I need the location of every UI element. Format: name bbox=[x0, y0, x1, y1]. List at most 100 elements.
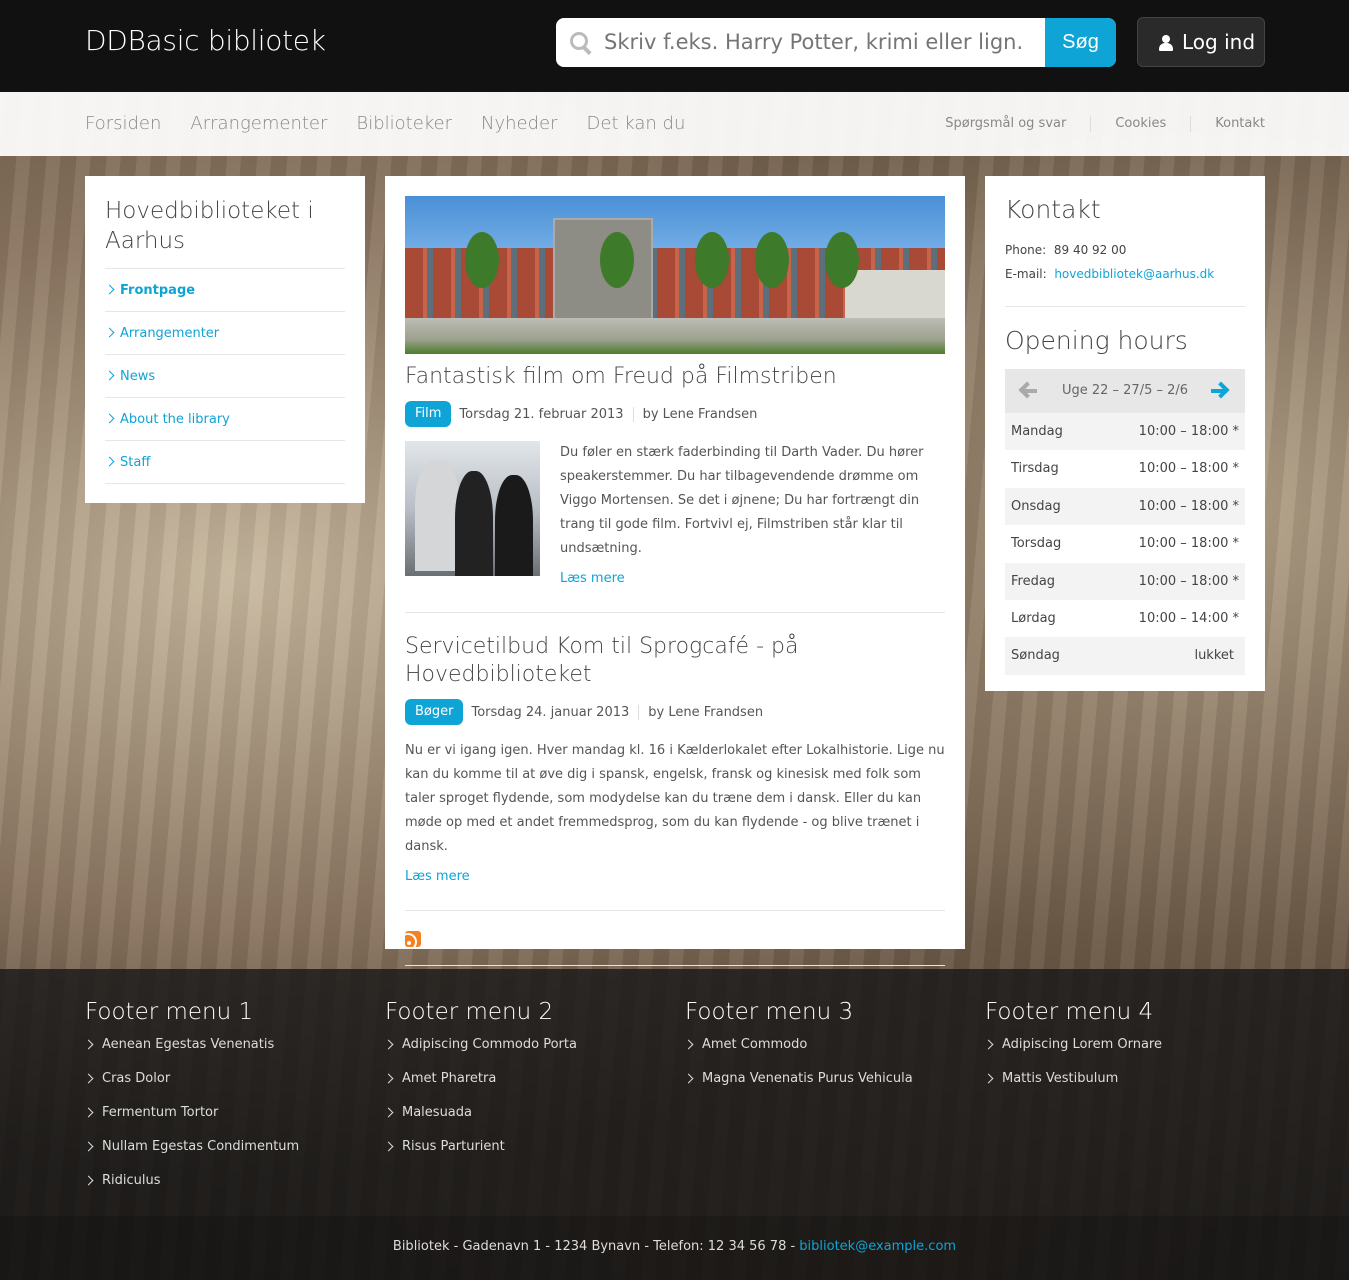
phone-label: Phone: bbox=[1005, 243, 1047, 257]
hours-row: Tirsdag 10:00 – 18:00 * bbox=[1005, 450, 1245, 487]
hours-row: Fredag 10:00 – 18:00 * bbox=[1005, 562, 1245, 600]
search-button[interactable]: Søg bbox=[1045, 18, 1116, 67]
footer-menu: Footer menu 1 Aenean Egestas Venenatis C… bbox=[85, 997, 365, 1198]
arrow-left-icon[interactable] bbox=[1017, 379, 1041, 403]
footer-link[interactable]: Cras Dolor bbox=[85, 1062, 365, 1096]
nav-item-biblioteker[interactable]: Biblioteker bbox=[356, 92, 452, 156]
secondary-menu: Spørgsmål og svar Cookies Kontakt bbox=[945, 92, 1265, 156]
opening-hours-title: Opening hours bbox=[1005, 326, 1188, 355]
nav-item-forsiden[interactable]: Forsiden bbox=[85, 92, 161, 156]
footer-link[interactable]: Mattis Vestibulum bbox=[985, 1062, 1265, 1096]
footer-menu-title: Footer menu 4 bbox=[985, 999, 1154, 1025]
nav-item-arrangementer[interactable]: Arrangementer bbox=[190, 92, 327, 156]
footer-link[interactable]: Adipiscing Commodo Porta bbox=[385, 1028, 665, 1062]
sidebar-item-news[interactable]: News bbox=[105, 355, 345, 398]
email-label: E-mail: bbox=[1005, 267, 1047, 281]
footer-link[interactable]: Risus Parturient bbox=[385, 1130, 665, 1164]
article-meta: Film Torsdag 21. februar 2013 by Lene Fr… bbox=[405, 401, 945, 427]
article-date: Torsdag 24. januar 2013 bbox=[471, 704, 630, 720]
week-label: Uge 22 – 27/5 – 2/6 bbox=[1061, 383, 1189, 398]
footer-menu-title: Footer menu 2 bbox=[385, 999, 554, 1025]
read-more-link[interactable]: Læs mere bbox=[405, 869, 945, 884]
article-author: by Lene Frandsen bbox=[632, 406, 757, 422]
arrow-right-icon[interactable] bbox=[1207, 379, 1231, 403]
day-hours: 10:00 – 18:00 * bbox=[1138, 536, 1239, 552]
article-date: Torsdag 21. februar 2013 bbox=[459, 406, 624, 422]
article-teaser: Du føler en stærk faderbinding til Darth… bbox=[560, 445, 924, 556]
navigation-bar: Forsiden Arrangementer Biblioteker Nyhed… bbox=[0, 92, 1349, 156]
footer-link[interactable]: Malesuada bbox=[385, 1096, 665, 1130]
day-name: Onsdag bbox=[1011, 498, 1061, 514]
info-sidebar: Kontakt Phone: 89 40 92 00 E-mail: hoved… bbox=[985, 176, 1265, 691]
sidebar-item-about[interactable]: About the library bbox=[105, 398, 345, 441]
news-article: Servicetilbud Kom til Sprogcafé - på Hov… bbox=[405, 613, 945, 911]
footer-link[interactable]: Fermentum Tortor bbox=[85, 1096, 365, 1130]
site-logo-link[interactable]: DDBasic bibliotek bbox=[85, 24, 326, 57]
footer-link[interactable]: Adipiscing Lorem Ornare bbox=[985, 1028, 1265, 1062]
day-name: Lørdag bbox=[1011, 610, 1056, 626]
footer-menu-title: Footer menu 3 bbox=[685, 999, 854, 1025]
site-footer: Footer menu 1 Aenean Egestas Venenatis C… bbox=[0, 969, 1349, 1216]
footer-link[interactable]: Magna Venenatis Purus Vehicula bbox=[685, 1062, 965, 1096]
category-tag[interactable]: Film bbox=[405, 401, 452, 427]
footer-link[interactable]: Aenean Egestas Venenatis bbox=[85, 1028, 365, 1062]
login-button[interactable]: Log ind bbox=[1137, 17, 1265, 67]
hours-row: Torsdag 10:00 – 18:00 * bbox=[1005, 525, 1245, 562]
library-menu: Frontpage Arrangementer News About the l… bbox=[105, 269, 345, 484]
contact-title: Kontakt bbox=[1005, 195, 1101, 224]
library-title: Hovedbiblioteket i Aarhus bbox=[105, 196, 345, 269]
footer-menu-title: Footer menu 1 bbox=[85, 999, 254, 1025]
search-input[interactable] bbox=[604, 18, 1044, 67]
article-author: by Lene Frandsen bbox=[638, 704, 763, 720]
footer-address-bar: Bibliotek - Gadenavn 1 - 1234 Bynavn - T… bbox=[0, 1216, 1349, 1280]
sidebar-item-frontpage[interactable]: Frontpage bbox=[105, 269, 345, 312]
footer-link[interactable]: Amet Commodo bbox=[685, 1028, 965, 1062]
library-sidebar: Hovedbiblioteket i Aarhus Frontpage Arra… bbox=[85, 176, 365, 503]
read-more-link[interactable]: Læs mere bbox=[560, 571, 945, 586]
footer-link[interactable]: Amet Pharetra bbox=[385, 1062, 665, 1096]
footer-email-link[interactable]: bibliotek@example.com bbox=[799, 1239, 956, 1254]
day-name: Søndag bbox=[1011, 648, 1060, 664]
user-icon bbox=[1158, 35, 1174, 51]
day-hours: 10:00 – 18:00 * bbox=[1138, 424, 1239, 439]
hours-row: Mandag 10:00 – 18:00 * bbox=[1005, 413, 1245, 451]
article-thumbnail[interactable] bbox=[405, 441, 540, 576]
library-building-image bbox=[405, 196, 945, 354]
day-name: Mandag bbox=[1011, 424, 1063, 439]
phone-number: 89 40 92 00 bbox=[1053, 243, 1127, 257]
day-name: Tirsdag bbox=[1011, 461, 1059, 477]
footer-address: Bibliotek - Gadenavn 1 - 1234 Bynavn - T… bbox=[392, 1239, 800, 1254]
news-article: Fantastisk film om Freud på Filmstriben … bbox=[405, 363, 945, 613]
week-selector: Uge 22 – 27/5 – 2/6 bbox=[1005, 369, 1245, 413]
nav-item-cookies[interactable]: Cookies bbox=[1090, 116, 1190, 132]
category-tag[interactable]: Bøger bbox=[405, 699, 464, 725]
nav-item-det-kan-du[interactable]: Det kan du bbox=[587, 92, 686, 156]
email-link[interactable]: hovedbibliotek@aarhus.dk bbox=[1054, 267, 1214, 281]
day-name: Torsdag bbox=[1011, 536, 1062, 552]
article-title[interactable]: Servicetilbud Kom til Sprogcafé - på Hov… bbox=[405, 633, 945, 689]
hours-row: Lørdag 10:00 – 14:00 * bbox=[1005, 600, 1245, 637]
footer-menu: Footer menu 2 Adipiscing Commodo Porta A… bbox=[385, 997, 665, 1164]
day-hours: 10:00 – 14:00 * bbox=[1138, 610, 1239, 626]
sidebar-item-staff[interactable]: Staff bbox=[105, 441, 345, 484]
login-label: Log ind bbox=[1182, 30, 1256, 54]
opening-hours-table: Mandag 10:00 – 18:00 * Tirsdag 10:00 – 18:… bbox=[1005, 413, 1245, 675]
footer-link[interactable]: Nullam Egestas Condimentum bbox=[85, 1130, 365, 1164]
nav-item-faq[interactable]: Spørgsmål og svar bbox=[945, 116, 1090, 132]
hours-row: Onsdag 10:00 – 18:00 * bbox=[1005, 487, 1245, 526]
main-content: Fantastisk film om Freud på Filmstriben … bbox=[385, 176, 965, 966]
contact-info: Phone: 89 40 92 00 E-mail: hovedbibliote… bbox=[1005, 238, 1245, 307]
search-form: Søg bbox=[556, 18, 1116, 67]
footer-link[interactable]: Ridiculus bbox=[85, 1164, 365, 1198]
nav-item-kontakt[interactable]: Kontakt bbox=[1190, 116, 1265, 132]
sidebar-item-arrangementer[interactable]: Arrangementer bbox=[105, 312, 345, 355]
day-hours: 10:00 – 18:00 * bbox=[1138, 498, 1239, 514]
article-title[interactable]: Fantastisk film om Freud på Filmstriben bbox=[405, 363, 945, 391]
day-hours: 10:00 – 18:00 * bbox=[1138, 573, 1239, 589]
main-menu: Forsiden Arrangementer Biblioteker Nyhed… bbox=[85, 92, 714, 156]
hours-row: Søndag lukket bbox=[1005, 637, 1245, 675]
rss-icon[interactable] bbox=[405, 931, 421, 947]
nav-item-nyheder[interactable]: Nyheder bbox=[481, 92, 558, 156]
article-teaser: Nu er vi igang igen. Hver mandag kl. 16 … bbox=[405, 743, 945, 854]
article-meta: Bøger Torsdag 24. januar 2013 by Lene Fr… bbox=[405, 699, 945, 725]
